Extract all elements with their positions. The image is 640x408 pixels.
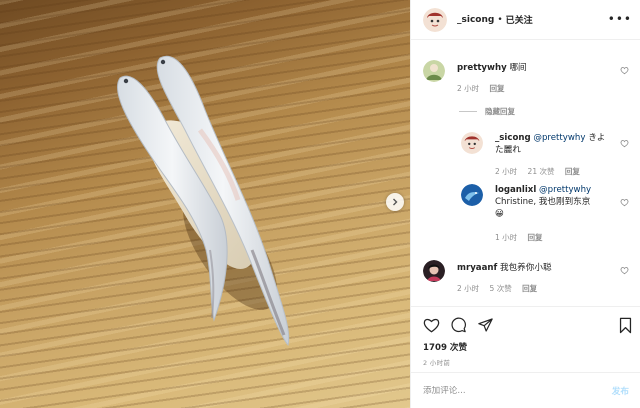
comment-username[interactable]: mryaanf <box>457 263 497 273</box>
post-sidebar: _sicong • 已关注 ••• prettywhy 哪间 2 小时 回复 隐… <box>410 0 640 408</box>
author-avatar[interactable] <box>423 7 447 32</box>
like-heart-icon[interactable] <box>620 266 629 275</box>
header-separator: • <box>497 14 503 25</box>
reply-text: Christine, 我也刚到东京 <box>495 197 591 207</box>
comment-text: 我包养你小聪 <box>499 263 552 273</box>
comment-text: 哪间 <box>509 63 527 73</box>
comment-time[interactable]: 2 小时 <box>457 284 479 293</box>
post-header: _sicong • 已关注 ••• <box>411 0 640 40</box>
commenter-avatar[interactable] <box>423 60 445 82</box>
comment-likes[interactable]: 5 次赞 <box>490 284 512 293</box>
chevron-right-icon <box>393 198 398 206</box>
post-actions: 1709 次赞 2 小时前 <box>411 306 640 372</box>
reply-avatar[interactable] <box>461 184 483 206</box>
comment-meta: 2 小时 回复 <box>457 83 513 94</box>
bookmark-icon[interactable] <box>618 317 633 334</box>
reply-button[interactable]: 回复 <box>490 84 505 93</box>
hide-replies-button[interactable]: 隐藏回复 <box>459 106 515 117</box>
author-username[interactable]: _sicong <box>457 15 494 25</box>
reply-meta: 2 小时 21 次赞 回复 <box>495 166 588 177</box>
reply-username[interactable]: loganlixl <box>495 185 536 195</box>
reply-button[interactable]: 回复 <box>565 167 580 176</box>
post-photo <box>0 0 410 408</box>
reply-button[interactable]: 回复 <box>522 284 537 293</box>
share-send-icon[interactable] <box>477 317 494 333</box>
comment-bubble-icon[interactable] <box>450 317 467 333</box>
comments-list: prettywhy 哪间 2 小时 回复 隐藏回复 _sicong @prett… <box>411 50 640 306</box>
comment-time[interactable]: 2 小时 <box>457 84 479 93</box>
like-count[interactable]: 1709 次赞 <box>423 341 467 353</box>
commenter-avatar[interactable] <box>423 260 445 282</box>
like-heart-icon[interactable] <box>620 139 629 148</box>
reply-mention[interactable]: @prettywhy <box>539 185 591 195</box>
reply-button[interactable]: 回复 <box>528 233 543 242</box>
reply-mention[interactable]: @prettywhy <box>533 133 585 143</box>
add-comment-bar: 发布 <box>411 372 640 408</box>
reply-likes[interactable]: 21 次赞 <box>528 167 555 176</box>
reply-username[interactable]: _sicong <box>495 133 531 143</box>
hide-replies-label: 隐藏回复 <box>485 107 515 116</box>
reply-time[interactable]: 1 小时 <box>495 233 517 242</box>
following-button[interactable]: 已关注 <box>506 13 533 26</box>
like-heart-icon[interactable] <box>423 317 440 333</box>
reply-time[interactable]: 2 小时 <box>495 167 517 176</box>
like-heart-icon[interactable] <box>620 66 629 75</box>
reply-emoji: 😀 <box>495 209 504 219</box>
divider-line <box>459 111 477 112</box>
sushi-image <box>117 55 290 347</box>
like-heart-icon[interactable] <box>620 198 629 207</box>
comment-input[interactable] <box>423 385 612 396</box>
comment-username[interactable]: prettywhy <box>457 63 507 73</box>
next-photo-button[interactable] <box>386 193 404 211</box>
post-timestamp[interactable]: 2 小时前 <box>423 357 450 367</box>
reply-avatar[interactable] <box>461 132 483 154</box>
post-comment-button[interactable]: 发布 <box>612 385 629 397</box>
more-options-icon[interactable]: ••• <box>608 12 632 26</box>
reply-meta: 1 小时 回复 <box>495 232 551 243</box>
comment-meta: 2 小时 5 次赞 回复 <box>457 283 545 294</box>
